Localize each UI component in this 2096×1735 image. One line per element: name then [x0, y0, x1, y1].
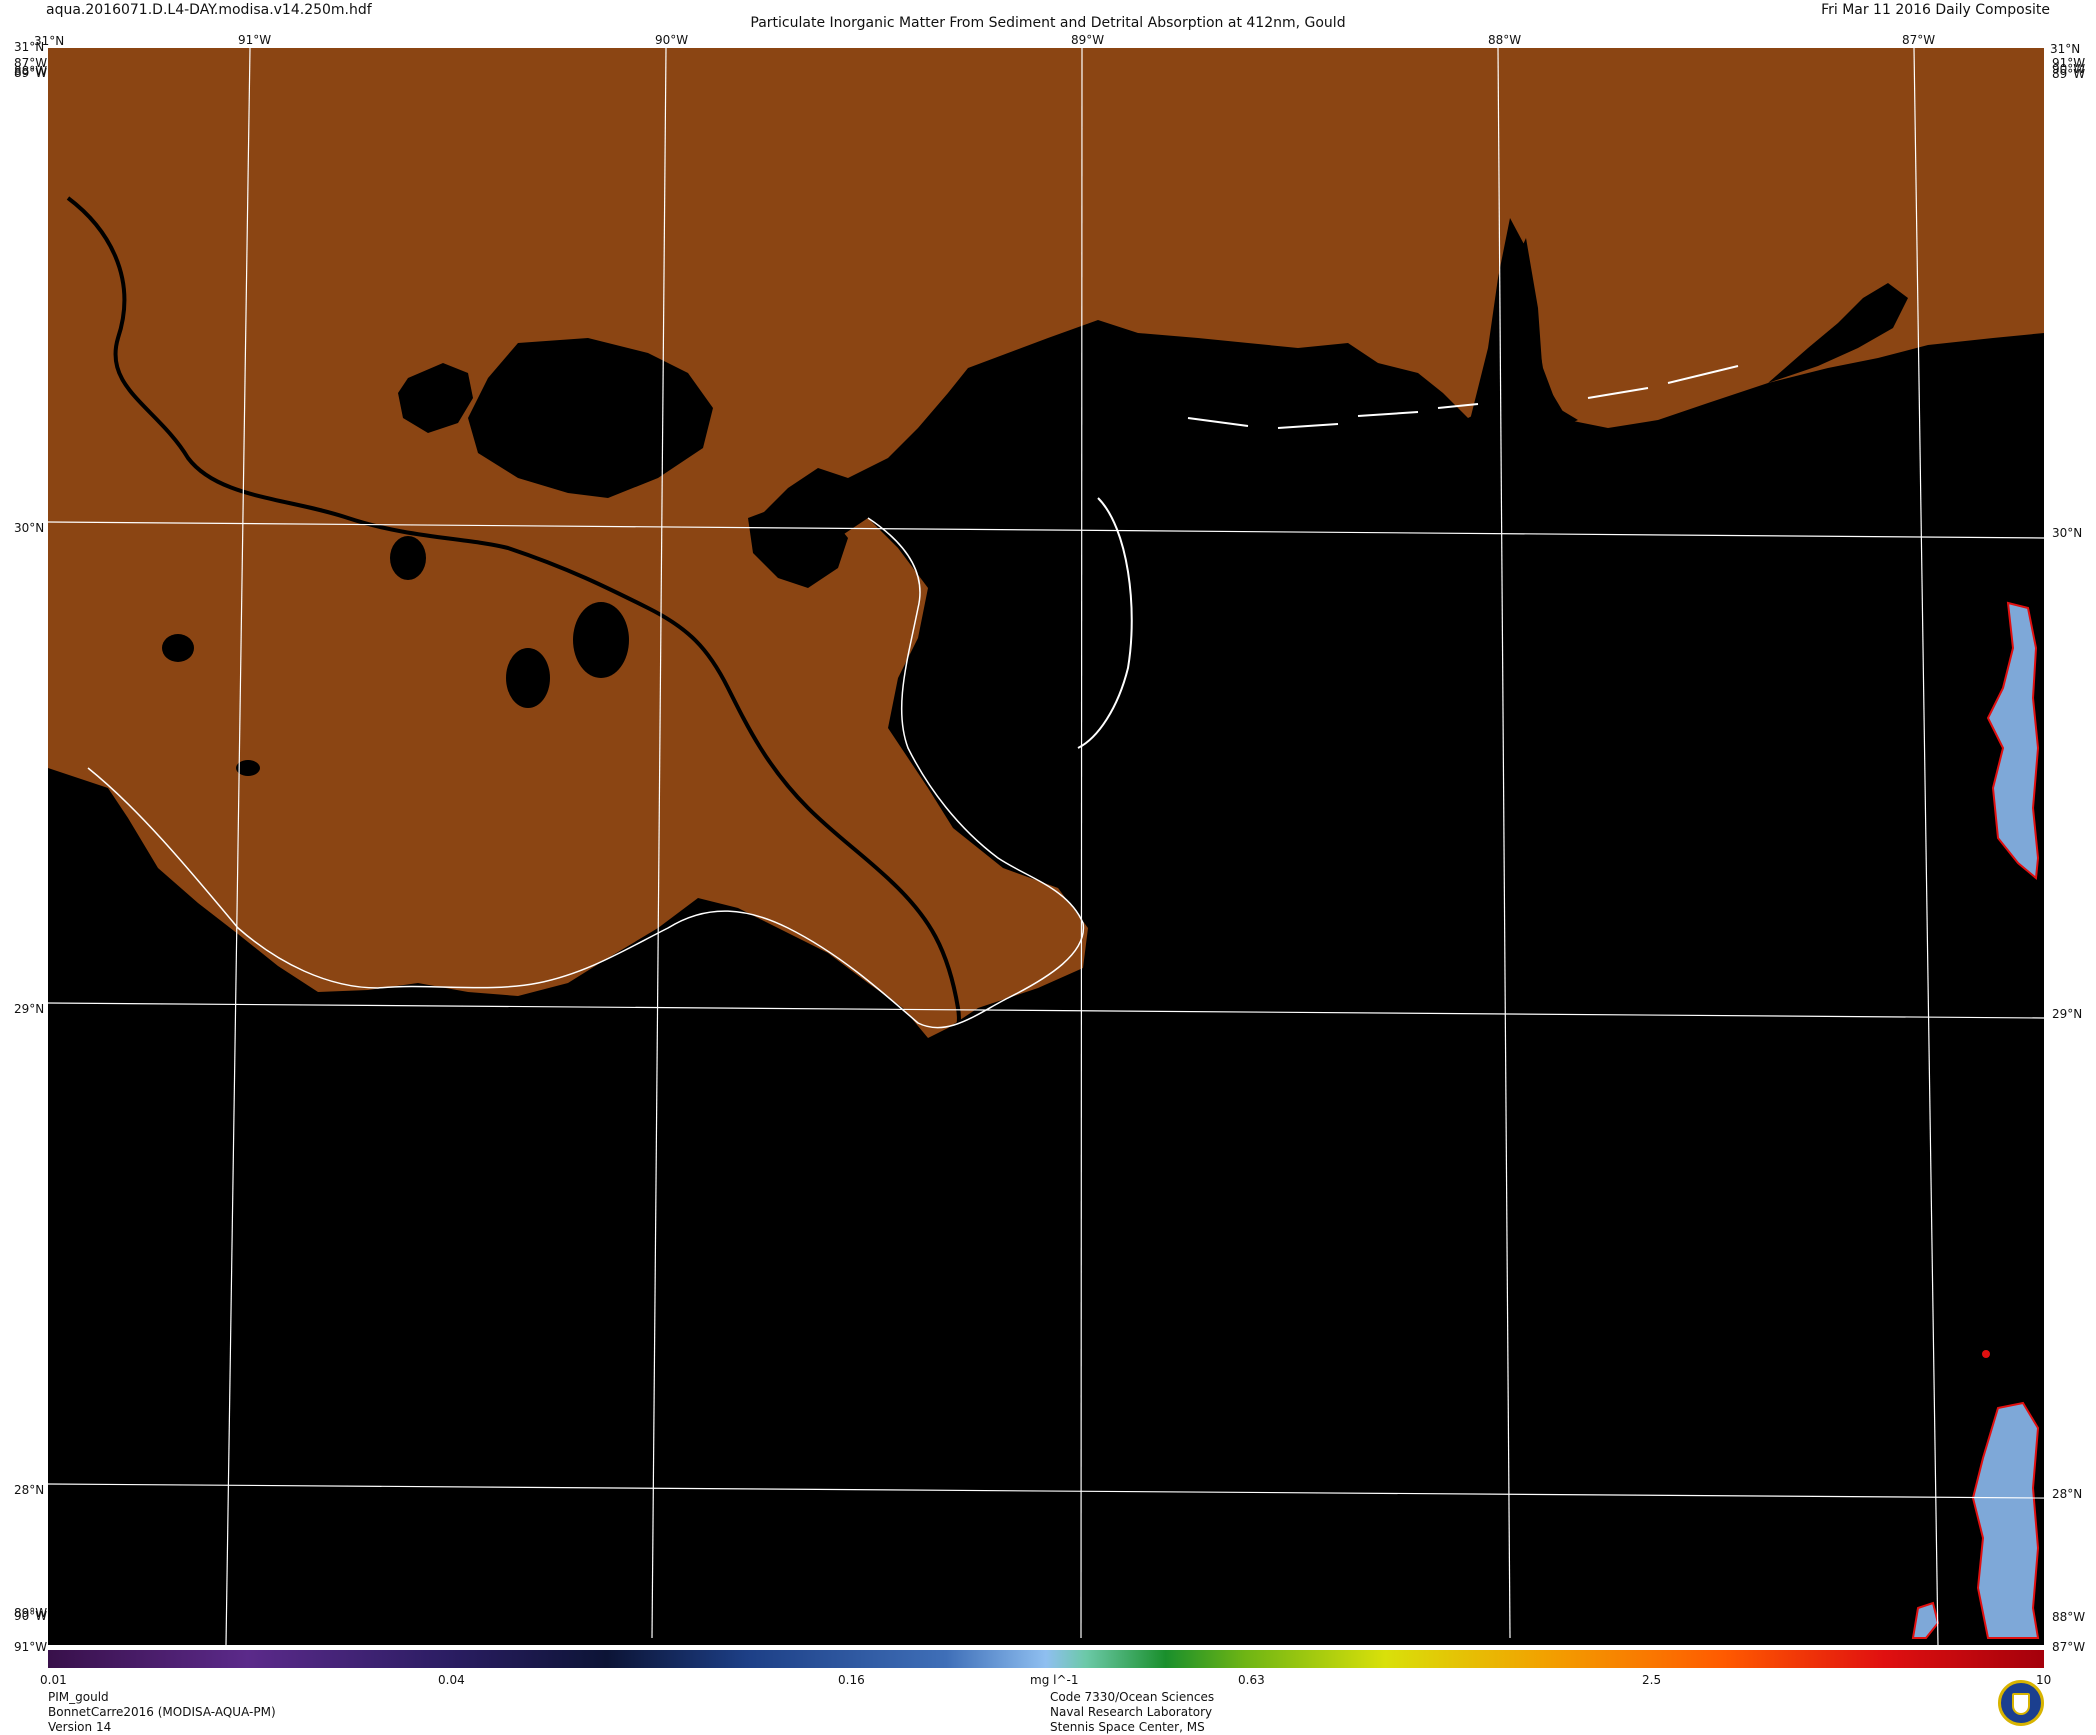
org-code: Code 7330/Ocean Sciences: [1050, 1690, 1215, 1704]
inland-lake: [573, 602, 629, 678]
lon-label-right-bottom-87: 87°W: [2052, 1640, 2086, 1654]
colorbar-tick-5: 10: [2036, 1673, 2052, 1687]
lat-label-right-28: 28°N: [2052, 1487, 2083, 1501]
lon-label-right-bottom-88: 88°W: [2052, 1610, 2086, 1624]
lon-label-top-89: 89°W: [1071, 33, 1105, 47]
nrl-logo-icon: [1998, 1680, 2044, 1726]
lon-label-top-87: 87°W: [1902, 33, 1936, 47]
footer-center: Code 7330/Ocean Sciences Naval Research …: [1050, 1690, 1214, 1735]
corner-lat-label-tr: 31°N: [2050, 42, 2081, 56]
colorbar-tick-3: 0.63: [1238, 1673, 1265, 1687]
lat-label-right-30: 30°N: [2052, 526, 2083, 540]
product-name: PIM_gould: [48, 1690, 109, 1704]
colorbar-tick-2: 0.16: [838, 1673, 865, 1687]
colorbar-tick-4: 2.5: [1642, 1673, 1662, 1687]
lon-label-left-bottom-91: 91°W: [14, 1640, 48, 1654]
lat-label-left-31: 31°N: [14, 40, 45, 54]
dataset-name: BonnetCarre2016 (MODISA-AQUA-PM): [48, 1705, 276, 1719]
lon-label-top-91: 91°W: [238, 33, 272, 47]
map-canvas: [48, 48, 2044, 1645]
file-name-label: aqua.2016071.D.L4-DAY.modisa.v14.250m.hd…: [46, 2, 372, 18]
lon-label-left-89: 89°W: [14, 66, 48, 80]
inland-lake: [390, 536, 426, 580]
colorbar: [48, 1650, 2044, 1668]
map-title: Particulate Inorganic Matter From Sedime…: [750, 15, 1346, 31]
composite-date-label: Fri Mar 11 2016 Daily Composite: [1821, 2, 2050, 18]
lat-label-left-30: 30°N: [14, 521, 45, 535]
footer-left: PIM_gould BonnetCarre2016 (MODISA-AQUA-P…: [48, 1690, 276, 1735]
lat-label-right-29: 29°N: [2052, 1007, 2083, 1021]
lon-label-left-bottom-90: 90°W: [14, 1609, 48, 1623]
lon-label-right-89: 89°W: [2052, 67, 2086, 81]
colorbar-tick-0: 0.01: [40, 1673, 67, 1687]
map-panel[interactable]: [48, 48, 2044, 1645]
inland-lake: [506, 648, 550, 708]
lon-label-top-90: 90°W: [655, 33, 689, 47]
colorbar-units: mg l^-1: [1030, 1673, 1079, 1687]
lat-label-left-28: 28°N: [14, 1483, 45, 1497]
lon-label-top-88: 88°W: [1488, 33, 1522, 47]
version-label: Version 14: [48, 1720, 112, 1734]
data-patch: [1982, 1350, 1990, 1358]
inland-lake: [162, 634, 194, 662]
lat-label-left-29: 29°N: [14, 1002, 45, 1016]
org-location: Stennis Space Center, MS: [1050, 1720, 1205, 1734]
colorbar-tick-1: 0.04: [438, 1673, 465, 1687]
org-name: Naval Research Laboratory: [1050, 1705, 1213, 1719]
